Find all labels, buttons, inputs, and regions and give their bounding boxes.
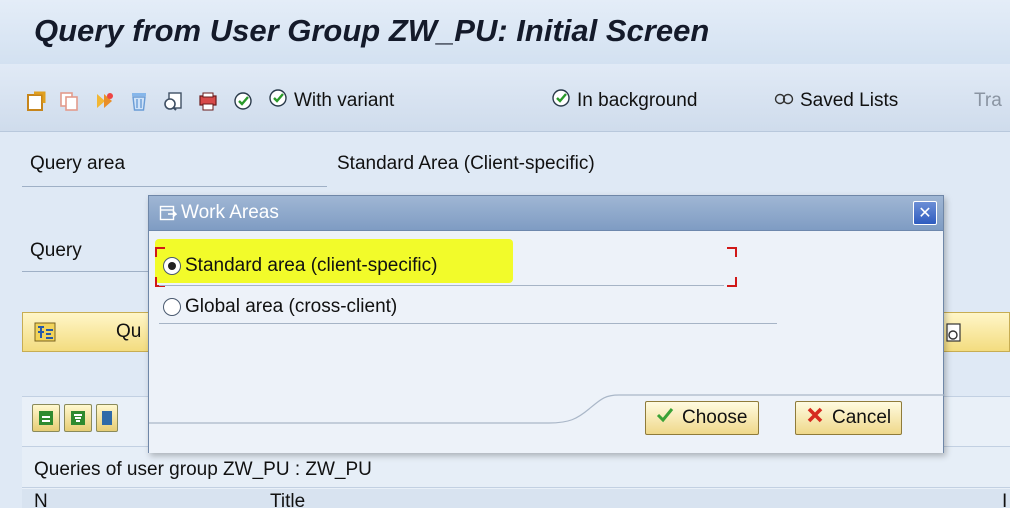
query-button-label[interactable]: Qu xyxy=(116,321,141,343)
column-header-truncated[interactable]: I xyxy=(1002,492,1007,508)
dialog-body: Standard area (client-specific) Global a… xyxy=(149,231,945,453)
truncated-toolbar-button[interactable]: Tra xyxy=(974,88,1002,114)
print-icon[interactable] xyxy=(196,90,220,112)
filter-button[interactable] xyxy=(64,404,92,432)
sort-ascending-icon xyxy=(39,411,53,425)
work-areas-dialog: Work Areas ✕ Standard area (client-speci… xyxy=(148,195,945,453)
option-underline xyxy=(159,323,777,324)
close-icon: ✕ xyxy=(918,205,932,222)
filter-icon xyxy=(71,411,85,425)
checkmark-icon xyxy=(656,406,674,430)
query-list-header: N Title I xyxy=(22,489,1010,508)
in-background-button[interactable]: In background xyxy=(550,88,697,114)
field-underline xyxy=(22,186,327,187)
radio-label-global-area: Global area (cross-client) xyxy=(185,296,398,317)
query-list-title: Queries of user group ZW_PU : ZW_PU xyxy=(34,459,372,480)
cancel-label: Cancel xyxy=(832,407,892,428)
with-variant-label: With variant xyxy=(294,90,395,111)
choose-button[interactable]: Choose xyxy=(645,401,759,435)
focus-frame-corner xyxy=(727,247,737,257)
with-variant-button[interactable]: With variant xyxy=(267,88,394,114)
delete-icon[interactable] xyxy=(127,90,151,112)
print-list-button[interactable] xyxy=(96,404,118,432)
execute-with-variant-icon xyxy=(267,87,289,115)
choose-label: Choose xyxy=(682,407,748,428)
dialog-title-bar: Work Areas ✕ xyxy=(149,196,943,231)
execute-icon[interactable] xyxy=(93,90,117,112)
query-area-label: Query area xyxy=(30,153,126,174)
saved-lists-button[interactable]: Saved Lists xyxy=(773,88,898,114)
page-title: Query from User Group ZW_PU: Initial Scr… xyxy=(34,13,710,48)
dialog-close-button[interactable]: ✕ xyxy=(913,201,937,225)
saved-lists-icon xyxy=(773,87,795,115)
in-background-label: In background xyxy=(577,90,698,111)
radio-label-standard-area: Standard area (client-specific) xyxy=(185,255,438,276)
dialog-window-icon xyxy=(159,204,178,222)
column-header-title[interactable]: Title xyxy=(270,492,305,508)
column-header-name[interactable]: N xyxy=(34,492,48,508)
title-bar: Query from User Group ZW_PU: Initial Scr… xyxy=(0,0,1010,64)
focus-frame-corner xyxy=(727,277,737,287)
copy-icon[interactable] xyxy=(57,90,81,112)
sort-ascending-button[interactable] xyxy=(32,404,60,432)
cancel-icon xyxy=(806,406,824,430)
execute-background-icon xyxy=(550,87,572,115)
option-underline xyxy=(159,285,724,286)
display-icon[interactable] xyxy=(161,90,185,112)
dialog-title: Work Areas xyxy=(181,202,279,223)
query-area-value: Standard Area (Client-specific) xyxy=(337,153,595,174)
execute-clock-icon[interactable] xyxy=(231,90,255,112)
application-toolbar: With variant In background Saved Lists T… xyxy=(0,64,1010,132)
field-underline xyxy=(22,271,152,272)
display-query-icon[interactable] xyxy=(944,322,964,344)
infoset-icon xyxy=(34,321,56,343)
change-icon[interactable] xyxy=(24,90,48,112)
radio-standard-area[interactable]: Standard area (client-specific) xyxy=(163,255,437,277)
radio-button-unselected[interactable] xyxy=(163,298,181,316)
radio-global-area[interactable]: Global area (cross-client) xyxy=(163,296,397,318)
print-list-icon xyxy=(102,411,112,425)
query-label: Query xyxy=(30,240,82,261)
radio-button-selected[interactable] xyxy=(163,257,181,275)
cancel-button[interactable]: Cancel xyxy=(795,401,903,435)
saved-lists-label: Saved Lists xyxy=(800,90,899,111)
